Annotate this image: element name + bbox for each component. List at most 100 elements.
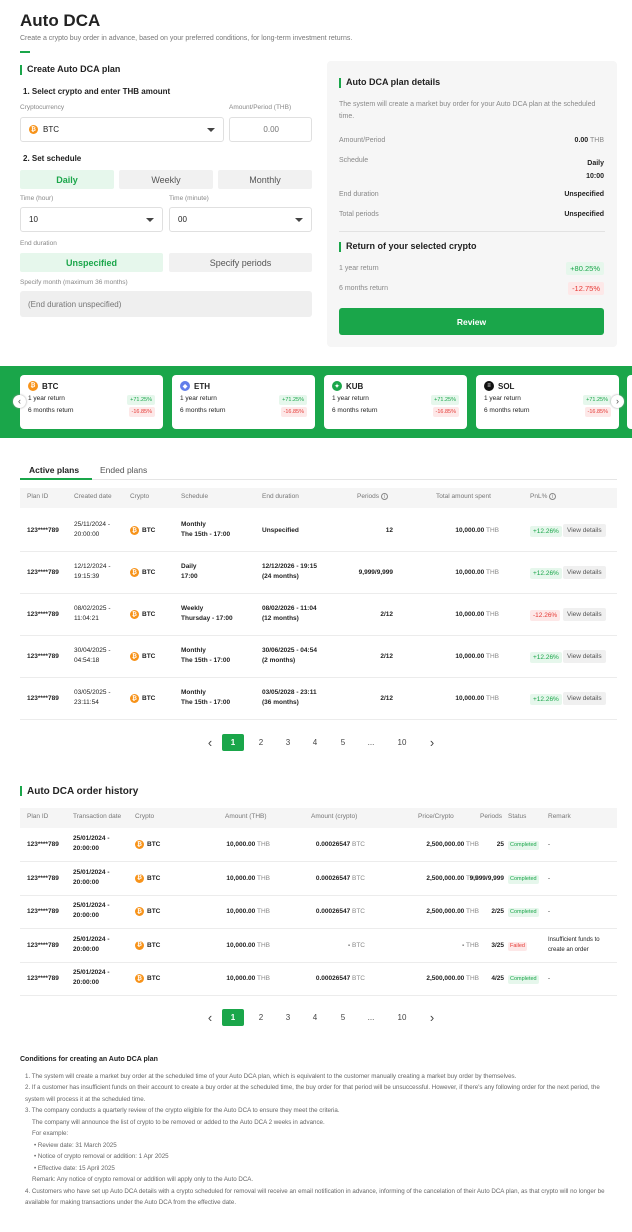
crypto-cell: ₿ BTC (130, 610, 155, 620)
status-badge: Completed (508, 975, 539, 985)
history-page-1[interactable]: 1 (222, 1009, 244, 1026)
coin-card-header: ≡ SOL (484, 381, 611, 391)
active-tab-indicator (20, 478, 92, 480)
coin-m6-label: 6 months return (484, 407, 530, 414)
review-button[interactable]: Review (339, 308, 604, 335)
plans-page-10[interactable]: 10 (391, 734, 413, 751)
btc-icon: ₿ (130, 694, 139, 703)
view-details-button[interactable]: View details (563, 608, 606, 621)
created-date: 03/05/2025 - 23:11:54 (74, 688, 111, 708)
plans-page-2[interactable]: 2 (250, 734, 272, 751)
plans-page-1[interactable]: 1 (222, 734, 244, 751)
carousel-prev-button[interactable]: ‹ (13, 395, 26, 408)
tab-active-plans[interactable]: Active plans (29, 465, 79, 475)
tab-ended-plans[interactable]: Ended plans (100, 465, 147, 475)
details-amount-value: 0.00 THB (575, 137, 604, 144)
transaction-date-time: 20:00:00 (73, 845, 100, 852)
price-unit: THB (466, 941, 479, 949)
btc-icon: ₿ (130, 568, 139, 577)
tab-weekly[interactable]: Weekly (119, 170, 213, 189)
details-end-label: End duration (339, 191, 379, 198)
history-page-4[interactable]: 4 (304, 1009, 326, 1026)
chevron-down-icon (146, 218, 154, 222)
view-details-button[interactable]: View details (563, 566, 606, 579)
remark-cell: - (548, 874, 616, 884)
details-amount-label: Amount/Period (339, 137, 386, 144)
plans-page-3[interactable]: 3 (277, 734, 299, 751)
tab-daily[interactable]: Daily (20, 170, 114, 189)
amount-thb-unit: THB (257, 941, 270, 949)
amount-thb-unit: THB (257, 841, 270, 848)
amount-value: 10,000.00 (455, 527, 485, 534)
crypto-cell: ₿ BTC (135, 940, 161, 951)
y1-return-badge: +80.25% (566, 262, 604, 275)
pnl-badge: +12.26% (530, 694, 562, 705)
details-schedule-label: Schedule (339, 157, 369, 164)
amount-crypto-unit: BTC (352, 841, 365, 848)
crypto-select[interactable]: ₿ BTC (20, 117, 224, 142)
history-next-button[interactable]: › (426, 1009, 438, 1026)
coin-card[interactable]: ₿ BTC 1 year return +71.25% 6 months return -… (20, 375, 163, 429)
chevron-down-icon (295, 218, 303, 222)
crypto-cell: ₿ BTC (130, 652, 155, 662)
btc-icon: ₿ (29, 125, 38, 134)
created-date-day: 30/04/2025 - (74, 647, 111, 654)
history-page-3[interactable]: 3 (277, 1009, 299, 1026)
minute-select[interactable]: 00 (169, 207, 312, 232)
coin-y1-label: 1 year return (28, 395, 65, 402)
history-page-5[interactable]: 5 (332, 1009, 354, 1026)
created-date-day: 25/11/2024 - (74, 521, 111, 528)
view-details-button[interactable]: View details (563, 692, 606, 705)
table-row: 123****789 08/02/2025 - 11:04:21 ₿ BTC Weekly… (20, 594, 617, 636)
carousel-next-button[interactable]: › (611, 395, 624, 408)
month-input[interactable] (20, 291, 312, 317)
history-page-10[interactable]: 10 (391, 1009, 413, 1026)
coin-card-header: ◆ ETH (180, 381, 307, 391)
plans-prev-button[interactable]: ‹ (204, 734, 216, 751)
history-prev-button[interactable]: ‹ (204, 1009, 216, 1026)
condition-bullet-3-text: Effective date: 15 April 2025 (37, 1164, 115, 1172)
th-h-price: Price/Crypto (418, 813, 454, 820)
coin-card[interactable]: ✦ KUB 1 year return +71.25% 6 months return -… (324, 375, 467, 429)
info-icon[interactable]: i (380, 493, 388, 500)
amount-input[interactable] (229, 117, 312, 142)
crypto-name: BTC (147, 874, 161, 882)
crypto-name: BTC (147, 942, 161, 950)
transaction-date: 25/01/2024 - 20:00:00 (73, 834, 110, 854)
plans-page-4[interactable]: 4 (304, 734, 326, 751)
table-row: 123****789 25/01/2024 -20:00:00 ₿ BTC 10,000… (20, 896, 617, 930)
periods-cell: 2/12 (380, 695, 393, 702)
coin-y1-badge: +71.25% (127, 395, 155, 405)
schedule-freq: Monthly (181, 689, 206, 696)
status-badge: Failed (508, 941, 527, 951)
tab-unspecified[interactable]: Unspecified (20, 253, 163, 272)
info-icon[interactable]: i (549, 493, 557, 500)
amount-thb-value: 10,000.00 (226, 874, 256, 882)
remark-line-1: - (548, 976, 550, 983)
table-row: 123****789 25/01/2024 -20:00:00 ₿ BTC 10,000… (20, 930, 617, 963)
schedule-time: Thursday - 17:00 (181, 615, 233, 622)
plans-page-5[interactable]: 5 (332, 734, 354, 751)
coin-y1-label: 1 year return (332, 395, 369, 402)
view-details-button[interactable]: View details (563, 650, 606, 663)
end-duration-date: 08/02/2026 - 11:04 (262, 605, 317, 612)
crypto-cell: ₿ BTC (135, 840, 160, 850)
amount-value: 10,000.00 (455, 569, 485, 576)
periods-cell: 25 (496, 841, 504, 848)
tab-monthly[interactable]: Monthly (218, 170, 312, 189)
plans-table-header: Plan ID Created date Crypto Schedule End… (20, 488, 617, 508)
details-title: Auto DCA plan details (339, 77, 440, 88)
btc-icon: ₿ (135, 907, 144, 917)
coin-card[interactable]: ◆ ETH 1 year return +71.25% 6 months return -… (172, 375, 315, 429)
view-details-button[interactable]: View details (563, 524, 606, 537)
coin-y1-label: 1 year return (484, 395, 521, 402)
amount-crypto-cell: 0.00026547 BTC (316, 974, 365, 984)
details-divider (339, 231, 605, 232)
coin-card[interactable]: ≡ SOL 1 year return +71.25% 6 months return -… (476, 375, 619, 429)
hour-select[interactable]: 10 (20, 207, 163, 232)
details-periods-value: Unspecified (564, 211, 604, 218)
plans-next-button[interactable]: › (426, 734, 438, 751)
details-schedule-value: Daily 10:00 (586, 157, 604, 183)
tab-specify-periods[interactable]: Specify periods (169, 253, 312, 272)
history-page-2[interactable]: 2 (250, 1009, 272, 1026)
